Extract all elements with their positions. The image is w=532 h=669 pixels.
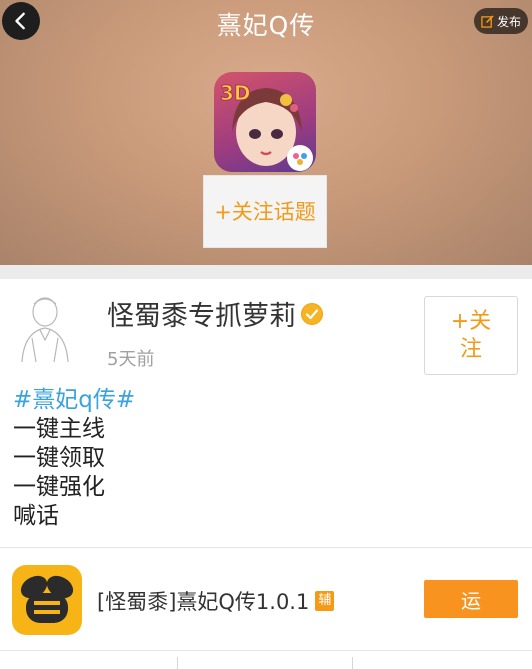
app-icon[interactable] bbox=[12, 565, 82, 635]
divider bbox=[0, 547, 532, 548]
follow-user-button[interactable]: +关注 bbox=[424, 296, 518, 375]
toolbar-separator bbox=[177, 657, 178, 669]
page-title: 熹妃Q传 bbox=[216, 11, 316, 40]
section-divider bbox=[0, 265, 532, 279]
game-icon: 3D bbox=[214, 72, 316, 172]
publish-label: 发布 bbox=[496, 14, 521, 29]
hashtag-link[interactable]: #熹妃q传# bbox=[13, 386, 135, 415]
run-label: 运 bbox=[461, 588, 481, 613]
post-time: 5天前 bbox=[107, 349, 155, 370]
aux-badge: 辅 bbox=[315, 591, 335, 611]
verified-icon bbox=[301, 302, 323, 325]
toolbar-separator bbox=[352, 657, 353, 669]
content-line: 一键强化 bbox=[13, 474, 105, 500]
svg-text:3D: 3D bbox=[220, 81, 251, 105]
toolbar-divider bbox=[0, 650, 532, 651]
follow-topic-button[interactable]: +关注话题 bbox=[203, 175, 327, 248]
content-line: 一键领取 bbox=[13, 445, 105, 471]
topic-header: 熹妃Q传 发布 3D +关注话题 bbox=[0, 0, 532, 265]
avatar[interactable] bbox=[12, 290, 78, 365]
follow-topic-label: +关注话题 bbox=[214, 199, 316, 224]
run-button[interactable]: 运 bbox=[424, 580, 518, 618]
app-name[interactable]: [怪蜀黍]熹妃Q传1.0.1 辅 bbox=[97, 586, 335, 616]
edit-icon bbox=[481, 14, 494, 28]
publish-button[interactable]: 发布 bbox=[474, 8, 528, 34]
post-content: #熹妃q传# 一键主线 一键领取 一键强化 喊话 bbox=[13, 386, 135, 531]
content-line: 喊话 bbox=[13, 503, 59, 529]
content-line: 一键主线 bbox=[13, 416, 105, 442]
post-author[interactable]: 怪蜀黍专抓萝莉 bbox=[107, 294, 324, 333]
follow-user-label: +关注 bbox=[450, 308, 492, 362]
username-text: 怪蜀黍专抓萝莉 bbox=[107, 301, 296, 332]
app-name-text: [怪蜀黍]熹妃Q传1.0.1 bbox=[97, 590, 310, 614]
